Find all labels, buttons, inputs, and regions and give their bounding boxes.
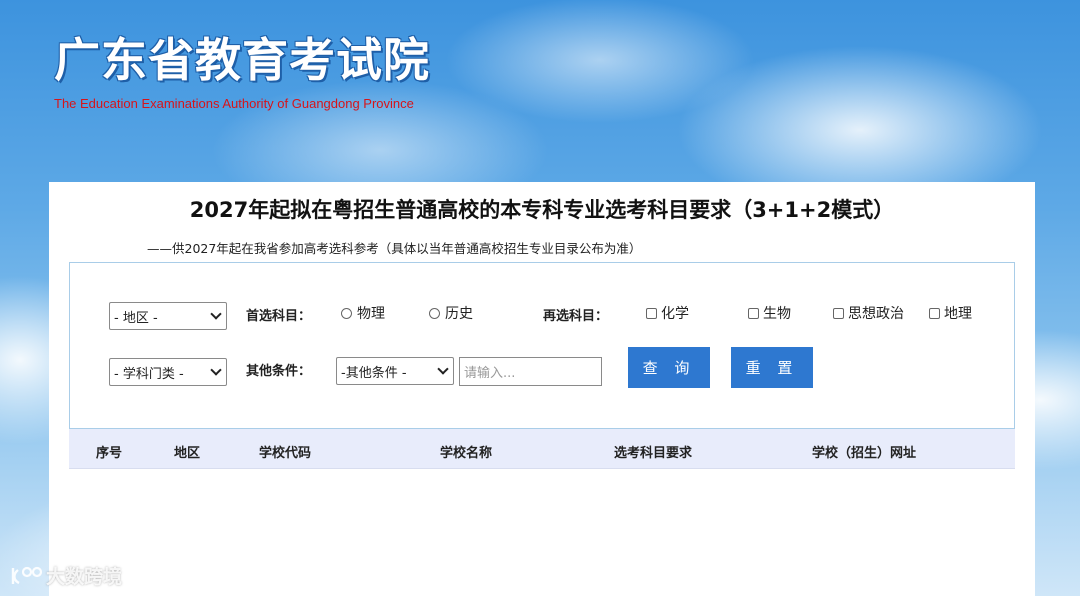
other-conditions-label: 其他条件：: [246, 364, 312, 379]
results-table-header: 序号 地区 学校代码 学校名称 选考科目要求 学校（招生）网址: [69, 429, 1015, 469]
chevron-down-icon: [210, 364, 222, 376]
watermark-text: 大数跨境: [46, 566, 123, 588]
checkbox-geography-label: 地理: [944, 306, 972, 322]
watermark-logo-icon: [11, 566, 43, 584]
radio-history[interactable]: 历史: [429, 303, 473, 323]
reset-button[interactable]: 重 置: [731, 347, 813, 388]
checkbox-biology[interactable]: 生物: [748, 303, 791, 323]
filter-panel: - 地区 - 首选科目： 物理 历史 再选科目： 化学 生物 思想政治 地理 -…: [69, 262, 1015, 429]
other-conditions-select[interactable]: -其他条件 -: [336, 357, 454, 385]
category-select[interactable]: - 学科门类 -: [109, 358, 227, 386]
radio-icon[interactable]: [429, 307, 440, 319]
first-subject-label: 首选科目：: [246, 309, 312, 324]
site-logo-subtitle: The Education Examinations Authority of …: [54, 96, 414, 111]
checkbox-politics[interactable]: 思想政治: [833, 303, 904, 323]
site-logo-title[interactable]: 广东省教育考试院: [54, 30, 430, 90]
site-header: 广东省教育考试院 The Education Examinations Auth…: [54, 30, 430, 111]
checkbox-chemistry[interactable]: 化学: [646, 303, 689, 323]
checkbox-icon[interactable]: [748, 307, 759, 319]
page-subtitle: ——供2027年起在我省参加高考选科参考（具体以当年普通高校招生专业目录公布为准…: [147, 241, 642, 256]
col-header-school-name: 学校名称: [440, 446, 493, 461]
second-subject-label: 再选科目：: [543, 309, 609, 324]
checkbox-politics-label: 思想政治: [848, 306, 904, 322]
col-header-index: 序号: [96, 446, 123, 461]
region-select-value: - 地区 -: [114, 310, 158, 326]
checkbox-chemistry-label: 化学: [661, 306, 689, 322]
chevron-down-icon: [437, 363, 449, 375]
checkbox-icon[interactable]: [929, 307, 940, 319]
col-header-subject-requirements: 选考科目要求: [614, 446, 693, 461]
col-header-school-code: 学校代码: [259, 446, 312, 461]
chevron-down-icon: [210, 308, 222, 320]
main-card: 2027年起拟在粤招生普通高校的本专科专业选考科目要求（3+1+2模式） ——供…: [49, 182, 1035, 596]
category-select-value: - 学科门类 -: [114, 366, 184, 382]
checkbox-icon[interactable]: [833, 307, 844, 319]
radio-icon[interactable]: [341, 307, 352, 319]
other-conditions-value: -其他条件 -: [341, 365, 407, 381]
checkbox-icon[interactable]: [646, 307, 657, 319]
checkbox-biology-label: 生物: [763, 306, 791, 322]
checkbox-geography[interactable]: 地理: [929, 303, 972, 323]
watermark: 大数跨境: [10, 562, 122, 589]
region-select[interactable]: - 地区 -: [109, 302, 227, 330]
col-header-school-url: 学校（招生）网址: [812, 446, 917, 461]
radio-history-label: 历史: [445, 306, 473, 322]
radio-physics-label: 物理: [357, 306, 385, 322]
col-header-region: 地区: [174, 446, 201, 461]
page-title: 2027年起拟在粤招生普通高校的本专科专业选考科目要求（3+1+2模式）: [189, 198, 895, 222]
query-button[interactable]: 查 询: [628, 347, 710, 388]
search-input[interactable]: 请输入...: [459, 357, 602, 386]
radio-physics[interactable]: 物理: [341, 303, 385, 323]
